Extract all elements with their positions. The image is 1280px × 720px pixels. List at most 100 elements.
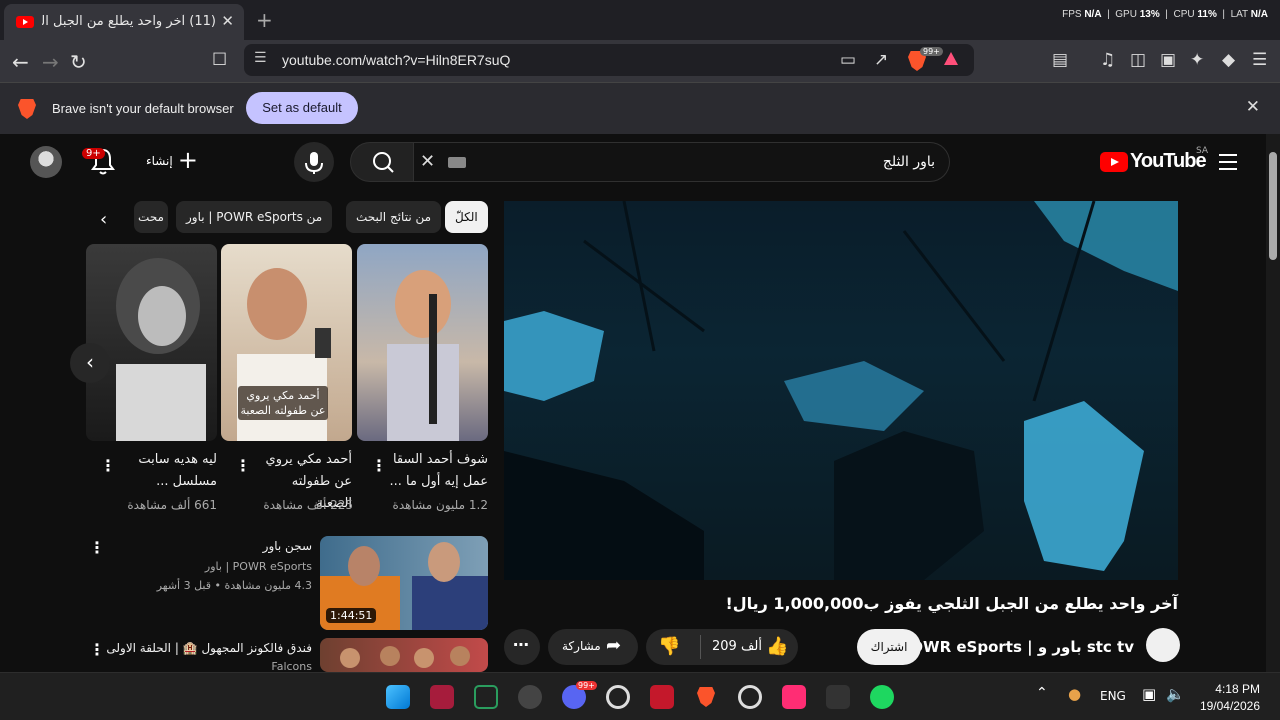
sidebar-icon[interactable]: ◫: [1130, 50, 1146, 70]
site-info-icon[interactable]: ☰: [254, 50, 267, 66]
related-video-channel[interactable]: POWR eSports | باور: [205, 560, 312, 573]
short-menu-icon[interactable]: ⋮: [371, 456, 387, 475]
video-duration: 1:44:51: [326, 608, 377, 623]
forward-icon[interactable]: →: [42, 50, 59, 74]
reload-icon[interactable]: ↻: [70, 50, 87, 74]
related-video-thumbnail[interactable]: [320, 638, 488, 672]
related-video-title[interactable]: سجن باور: [263, 539, 312, 553]
leo-ai-icon[interactable]: ✦: [1190, 50, 1204, 70]
chips-scroll-left-icon[interactable]: ‹: [100, 209, 107, 230]
vpn-icon[interactable]: ◆: [1222, 50, 1235, 70]
volume-icon[interactable]: 🔈: [1166, 685, 1185, 703]
page-scrollbar[interactable]: [1266, 134, 1280, 672]
discord-badge: 99+: [576, 681, 597, 690]
video-player[interactable]: [504, 201, 1178, 580]
avatar[interactable]: [30, 146, 62, 178]
app-obs-icon[interactable]: [518, 685, 542, 709]
microphone-icon: [305, 152, 323, 174]
app-affinity-icon[interactable]: [430, 685, 454, 709]
share-arrow-icon: ➦: [606, 635, 622, 656]
chip-all[interactable]: الكلّ: [445, 201, 488, 233]
short-views: 1.2 مليون مشاهدة: [392, 498, 488, 512]
video-title: آخر واحد يطلع من الجبل الثلجي يفوز ب1,00…: [725, 594, 1178, 613]
media-icon[interactable]: ♫: [1100, 50, 1115, 70]
subscribe-button[interactable]: اشتراك: [857, 629, 921, 665]
youtube-header: 9+ إنشاء + ✕ باور الثلج YouTube SA: [0, 134, 1266, 190]
tray-microphone-icon[interactable]: ●: [1068, 685, 1081, 703]
app-cleaner-icon[interactable]: [826, 685, 850, 709]
dislike-icon[interactable]: 👎: [658, 636, 680, 657]
related-video-title[interactable]: فندق فالكونز المجهول 🏨 | الحلقة الاولى: [106, 641, 312, 655]
set-default-button[interactable]: Set as default: [246, 92, 358, 124]
chip-from-channel[interactable]: من POWR eSports | باور: [176, 201, 333, 233]
video-frame: [504, 201, 1178, 580]
bookmark-icon[interactable]: ☐: [212, 50, 227, 70]
search-button[interactable]: [350, 142, 414, 182]
app-circle-icon[interactable]: [606, 685, 630, 709]
cast-icon[interactable]: ▭: [840, 50, 856, 70]
shorts-prev-button[interactable]: ‹: [70, 343, 110, 383]
app-tiktok-icon[interactable]: [782, 685, 806, 709]
menu-icon[interactable]: ☰: [1252, 50, 1267, 70]
chip-related[interactable]: محت: [134, 201, 168, 233]
scrollbar-thumb[interactable]: [1269, 152, 1277, 260]
wallet-icon[interactable]: ▣: [1160, 50, 1176, 70]
short-caption: أحمد مكي يروي عن طفولته الصعبة: [238, 386, 328, 420]
app-brave-icon[interactable]: [697, 687, 715, 707]
share-label: مشاركة: [562, 639, 601, 653]
like-icon[interactable]: 👍: [766, 636, 788, 657]
app-red-icon[interactable]: [650, 685, 674, 709]
brave-logo-icon: [18, 99, 36, 119]
share-button[interactable]: مشاركة ➦: [548, 629, 638, 665]
network-icon[interactable]: ▣: [1142, 685, 1156, 703]
like-dislike-group: 👎 209 ألف 👍: [646, 629, 798, 665]
keyboard-icon[interactable]: [448, 157, 466, 168]
language-indicator[interactable]: ENG: [1100, 689, 1126, 703]
short-thumbnail[interactable]: [357, 244, 488, 441]
short-menu-icon[interactable]: ⋮: [100, 456, 116, 475]
search-icon: [373, 152, 394, 173]
short-thumbnail[interactable]: أحمد مكي يروي عن طفولته الصعبة: [221, 244, 352, 441]
reader-mode-icon[interactable]: ▤: [1052, 50, 1068, 70]
channel-name[interactable]: POWR eSports | باور و stc tv: [899, 638, 1134, 656]
performance-overlay: FPS N/A | GPU 13% | CPU 11% | LAT N/A: [1062, 9, 1268, 20]
short-views: 661 ألف مشاهدة: [127, 498, 217, 512]
guide-menu-icon[interactable]: [1219, 154, 1237, 175]
share-icon[interactable]: ↗: [874, 50, 888, 70]
infobar-message: Brave isn't your default browser: [52, 101, 234, 116]
browser-tab[interactable]: (11) آخر واحد يطلع من الجبل الثلجي ✕: [4, 4, 244, 40]
related-menu-icon[interactable]: ⋮: [89, 640, 105, 659]
app-xbox-icon[interactable]: [474, 685, 498, 709]
channel-avatar[interactable]: [1146, 628, 1180, 662]
tab-close-icon[interactable]: ✕: [221, 12, 234, 30]
more-actions-button[interactable]: ⋯: [504, 629, 540, 665]
youtube-favicon-icon: [16, 16, 34, 28]
search-input[interactable]: ✕ باور الثلج: [414, 142, 950, 182]
related-menu-icon[interactable]: ⋮: [89, 538, 105, 557]
short-thumbnail[interactable]: [86, 244, 217, 441]
system-clock[interactable]: 4:18 PM 19/04/2026: [1200, 681, 1260, 715]
tray-chevron-up-icon[interactable]: ⌃: [1036, 685, 1048, 701]
like-divider: [700, 635, 701, 659]
default-browser-infobar: Brave isn't your default browser Set as …: [0, 82, 1280, 134]
back-icon[interactable]: ←: [12, 50, 29, 74]
short-menu-icon[interactable]: ⋮: [235, 456, 251, 475]
new-tab-button[interactable]: +: [256, 8, 273, 32]
address-bar[interactable]: ☰ youtube.com/watch?v=Hiln8ER7suQ ▭ ↗ 99…: [244, 44, 974, 76]
chip-from-search[interactable]: من نتائج البحث: [346, 201, 442, 233]
app-logitech-icon[interactable]: [738, 685, 762, 709]
related-video-thumbnail[interactable]: 1:44:51: [320, 536, 488, 630]
brave-rewards-icon[interactable]: [944, 52, 958, 65]
close-infobar-icon[interactable]: ✕: [1246, 97, 1260, 117]
app-spotify-icon[interactable]: [870, 685, 894, 709]
short-image: [116, 258, 206, 441]
clear-search-icon[interactable]: ✕: [420, 151, 435, 172]
notifications-button[interactable]: 9+: [82, 144, 118, 178]
short-title[interactable]: ليه هديه سابت مسلسل ...: [117, 449, 217, 493]
voice-search-button[interactable]: [294, 142, 334, 182]
browser-toolbar: ← → ↻ ☐ ☰ youtube.com/watch?v=Hiln8ER7su…: [0, 40, 1280, 82]
short-title[interactable]: شوف أحمد السقا عمل إيه أول ما ...: [388, 449, 488, 493]
like-count[interactable]: 209 ألف: [712, 639, 762, 654]
start-windows-icon[interactable]: [386, 685, 410, 709]
create-button[interactable]: إنشاء +: [138, 142, 202, 182]
